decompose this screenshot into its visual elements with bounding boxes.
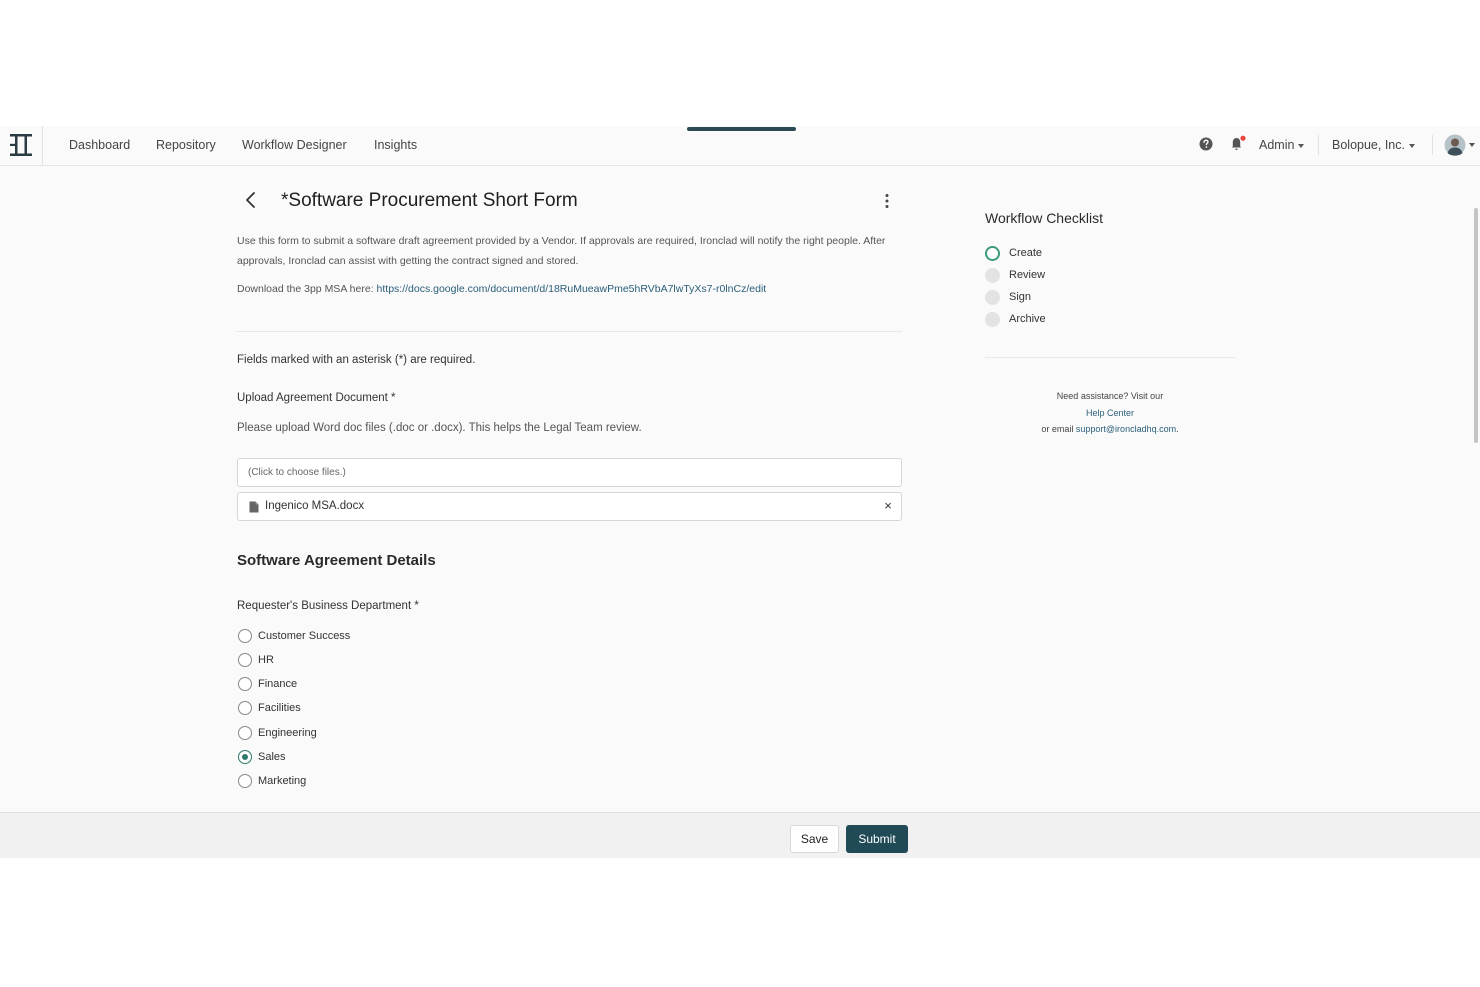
nav-divider (1432, 135, 1433, 155)
nav-insights[interactable]: Insights (374, 138, 417, 152)
radio-button[interactable] (238, 701, 252, 715)
email-prefix: or email (1041, 424, 1076, 434)
help-icon[interactable] (1199, 137, 1213, 151)
checklist-title: Workflow Checklist (985, 210, 1103, 226)
assistance-text: Need assistance? Visit our (1056, 391, 1164, 401)
notification-bell-icon[interactable] (1229, 135, 1247, 152)
nav-workflow-designer[interactable]: Workflow Designer (242, 138, 347, 152)
radio-button[interactable] (238, 677, 252, 691)
radio-button[interactable] (238, 774, 252, 788)
admin-menu-label: Admin (1259, 138, 1295, 152)
user-avatar-menu[interactable] (1444, 134, 1476, 156)
msa-download-link[interactable]: https://docs.google.com/document/d/18RuM… (377, 283, 767, 295)
admin-menu[interactable]: Admin (1259, 138, 1305, 152)
radio-label: Sales (258, 751, 286, 763)
step-indicator (985, 268, 1000, 283)
step-indicator (985, 312, 1000, 327)
divider (985, 357, 1235, 358)
required-fields-note: Fields marked with an asterisk (*) are r… (237, 354, 476, 366)
file-picker-input[interactable]: (Click to choose files.) (237, 458, 902, 487)
org-switcher[interactable]: Bolopue, Inc. (1332, 138, 1415, 152)
chevron-down-icon (1298, 143, 1305, 148)
radio-button[interactable] (238, 653, 252, 667)
nav-dashboard[interactable]: Dashboard (69, 138, 130, 152)
form-footer: Save Submit (0, 812, 1480, 858)
remove-file-button[interactable]: × (881, 498, 895, 513)
app-frame: Dashboard Repository Workflow Designer I… (0, 126, 1480, 858)
assistance-note: Need assistance? Visit our Help Center o… (985, 388, 1235, 438)
step-label: Create (1009, 247, 1043, 259)
document-icon (249, 501, 259, 513)
radio-label: Finance (258, 678, 298, 690)
save-button[interactable]: Save (790, 825, 839, 853)
uploaded-file-item: Ingenico MSA.docx × (237, 492, 902, 521)
ironclad-logo-icon[interactable] (9, 132, 33, 158)
help-center-link[interactable]: Help Center (1086, 408, 1134, 418)
back-arrow-icon[interactable] (243, 190, 259, 210)
main-content: *Software Procurement Short Form Use thi… (0, 166, 1480, 812)
step-label: Sign (1009, 291, 1032, 303)
chevron-down-icon (1408, 143, 1415, 148)
form-description: Use this form to submit a software draft… (237, 235, 886, 267)
support-email-link[interactable]: support@ironcladhq.com (1076, 424, 1176, 434)
upload-help-text: Please upload Word doc files (.doc or .d… (237, 422, 642, 434)
upload-field-label: Upload Agreement Document * (237, 392, 396, 404)
nav-divider (1318, 135, 1319, 155)
download-instructions: Download the 3pp MSA here: https://docs.… (237, 283, 766, 295)
more-options-icon[interactable] (880, 192, 894, 210)
org-switcher-label: Bolopue, Inc. (1332, 138, 1405, 152)
divider (237, 331, 902, 332)
step-label: Archive (1009, 313, 1046, 325)
step-label: Review (1009, 269, 1046, 281)
section-title: Software Agreement Details (237, 552, 436, 569)
page-load-progress (687, 127, 796, 131)
email-suffix: . (1176, 424, 1179, 434)
download-prefix: Download the 3pp MSA here: (237, 283, 377, 295)
avatar (1444, 134, 1466, 156)
radio-label: HR (258, 654, 274, 666)
submit-button[interactable]: Submit (846, 825, 908, 853)
radio-label: Customer Success (258, 630, 351, 642)
nav-repository[interactable]: Repository (156, 138, 216, 152)
top-nav: Dashboard Repository Workflow Designer I… (0, 126, 1480, 166)
radio-button[interactable] (238, 726, 252, 740)
logo-divider (42, 126, 43, 166)
department-field-label: Requester's Business Department * (237, 600, 419, 612)
vertical-scrollbar[interactable] (1474, 208, 1478, 443)
radio-label: Facilities (258, 702, 301, 714)
radio-button-selected[interactable] (238, 750, 252, 764)
page-title: *Software Procurement Short Form (281, 190, 578, 211)
step-active-indicator (985, 246, 1000, 261)
uploaded-file-name: Ingenico MSA.docx (265, 500, 365, 512)
radio-button[interactable] (238, 629, 252, 643)
step-indicator (985, 290, 1000, 305)
radio-label: Marketing (258, 775, 307, 787)
chevron-down-icon (1469, 143, 1475, 147)
radio-label: Engineering (258, 727, 317, 739)
